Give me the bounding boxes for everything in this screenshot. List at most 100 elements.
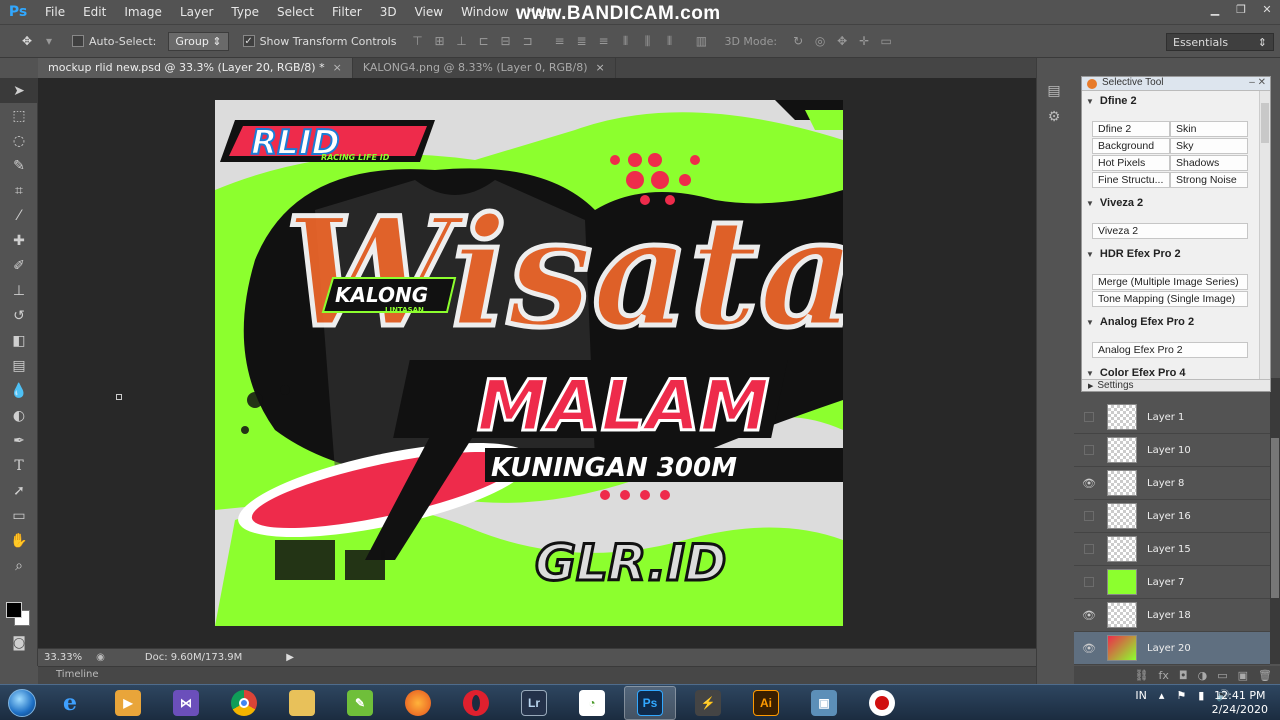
panel-controls[interactable]: – ✕	[1249, 77, 1266, 88]
network-icon[interactable]: ▮	[1198, 689, 1204, 702]
clock[interactable]: 12:41 PM 2/24/2020	[1212, 689, 1268, 717]
section-color-efex[interactable]: ▼ Color Efex Pro 4	[1086, 367, 1186, 379]
zoom-level[interactable]: 33.33%	[44, 652, 82, 663]
eye-icon[interactable]: 👁	[1074, 609, 1104, 622]
tray-arrow-icon[interactable]: ▴	[1159, 689, 1165, 702]
background-button[interactable]: Background	[1092, 138, 1170, 154]
taskbar-visual-studio[interactable]: ⋈	[160, 686, 212, 720]
section-hdr-efex[interactable]: ▼ HDR Efex Pro 2	[1086, 248, 1181, 260]
layer-row-20[interactable]: 👁 Layer 20	[1074, 632, 1270, 665]
distribute-right-icon[interactable]: ⫴	[660, 33, 678, 49]
shadows-button[interactable]: Shadows	[1170, 155, 1248, 171]
zoom-tool-icon[interactable]: ⌕	[0, 553, 38, 578]
taskbar-bandicam[interactable]	[856, 686, 908, 720]
distribute-center-icon[interactable]: ⫼	[638, 33, 656, 49]
history-panel-icon[interactable]: ▤	[1037, 78, 1071, 104]
visibility-toggle[interactable]	[1084, 412, 1094, 422]
history-brush-icon[interactable]: ↺	[0, 303, 38, 328]
settings-toggle[interactable]: ▶ Settings	[1082, 379, 1270, 391]
taskbar-firefox[interactable]	[392, 686, 444, 720]
visibility-toggle[interactable]	[1084, 544, 1094, 554]
taskbar-opera[interactable]	[450, 686, 502, 720]
auto-select-checkbox[interactable]	[72, 35, 84, 47]
visibility-toggle[interactable]	[1084, 511, 1094, 521]
crop-tool-icon[interactable]: ⌗	[0, 178, 38, 203]
clone-stamp-icon[interactable]: ⊥	[0, 278, 38, 303]
align-left-icon[interactable]: ⊏	[474, 33, 492, 49]
taskbar-winamp[interactable]: ⚡	[682, 686, 734, 720]
blur-tool-icon[interactable]: 💧	[0, 378, 38, 403]
scrollbar-thumb[interactable]	[1261, 103, 1269, 143]
eyedropper-tool-icon[interactable]: ⁄	[0, 203, 38, 228]
eye-icon[interactable]: 👁	[1074, 477, 1104, 490]
restore-icon[interactable]: ❐	[1228, 0, 1254, 18]
taskbar-ie[interactable]: e	[44, 686, 96, 720]
taskbar-explorer[interactable]	[276, 686, 328, 720]
taskbar-chrome[interactable]	[218, 686, 270, 720]
chevron-down-icon[interactable]: ▾	[40, 33, 58, 49]
taskbar-media[interactable]: ▶	[102, 686, 154, 720]
3d-slide-icon[interactable]: ✛	[855, 33, 873, 49]
distribute-top-icon[interactable]: ≡	[550, 33, 568, 49]
gradient-tool-icon[interactable]: ▤	[0, 353, 38, 378]
align-center-icon[interactable]: ⊟	[496, 33, 514, 49]
pen-tool-icon[interactable]: ✒	[0, 428, 38, 453]
layer-row-8[interactable]: 👁 Layer 8	[1074, 467, 1270, 500]
design-artwork[interactable]: MALAM KUNINGAN 300M Wisata RLID RACING L…	[215, 100, 843, 626]
eye-icon[interactable]: 👁	[1074, 642, 1104, 655]
adjustment-icon[interactable]: ◑	[1198, 669, 1208, 682]
properties-panel-icon[interactable]: ⚙	[1037, 104, 1071, 130]
align-top-icon[interactable]: ⊤	[408, 33, 426, 49]
auto-align-icon[interactable]: ▥	[692, 33, 710, 49]
menu-filter[interactable]: Filter	[323, 0, 371, 24]
trash-icon[interactable]: 🗑	[1258, 669, 1272, 682]
quick-select-tool-icon[interactable]: ✎	[0, 153, 38, 178]
link-layers-icon[interactable]: ⛓	[1135, 669, 1149, 682]
3d-drag-icon[interactable]: ✥	[833, 33, 851, 49]
minimize-icon[interactable]: ▁	[1202, 0, 1228, 18]
distribute-middle-icon[interactable]: ≣	[572, 33, 590, 49]
type-tool-icon[interactable]: T	[0, 453, 38, 478]
merge-button[interactable]: Merge (Multiple Image Series)	[1092, 274, 1248, 290]
status-arrow-icon[interactable]: ▶	[286, 652, 294, 663]
brush-tool-icon[interactable]: ✐	[0, 253, 38, 278]
menu-file[interactable]: File	[36, 0, 74, 24]
3d-roll-icon[interactable]: ◎	[811, 33, 829, 49]
skin-button[interactable]: Skin	[1170, 121, 1248, 137]
close-icon[interactable]: ✕	[1254, 0, 1280, 18]
align-bottom-icon[interactable]: ⊥	[452, 33, 470, 49]
strong-noise-button[interactable]: Strong Noise	[1170, 172, 1248, 188]
group-folder-icon[interactable]: ▭	[1217, 669, 1227, 682]
transform-controls-checkbox[interactable]: ✓	[242, 35, 255, 47]
marquee-tool-icon[interactable]: ⬚	[0, 103, 38, 128]
tab-kalong4[interactable]: KALONG4.png @ 8.33% (Layer 0, RGB/8) ×	[353, 58, 616, 78]
fx-icon[interactable]: fx	[1159, 669, 1169, 682]
tone-mapping-button[interactable]: Tone Mapping (Single Image)	[1092, 291, 1248, 307]
taskbar-corel[interactable]: ◔	[566, 686, 618, 720]
lasso-tool-icon[interactable]: ◌	[0, 128, 38, 153]
flag-icon[interactable]: ⚑	[1176, 689, 1186, 702]
scrollbar-thumb[interactable]	[1271, 438, 1279, 598]
quick-mask-icon[interactable]: ◙	[0, 630, 38, 655]
hand-tool-icon[interactable]: ✋	[0, 528, 38, 553]
menu-view[interactable]: View	[406, 0, 452, 24]
language-indicator[interactable]: IN	[1135, 689, 1146, 702]
visibility-toggle[interactable]	[1084, 445, 1094, 455]
visibility-toggle[interactable]	[1084, 577, 1094, 587]
menu-image[interactable]: Image	[115, 0, 171, 24]
tab-close-icon[interactable]: ×	[333, 61, 342, 74]
layers-scrollbar[interactable]	[1270, 378, 1280, 664]
dfine-button[interactable]: Dfine 2	[1092, 121, 1170, 137]
move-tool-icon[interactable]: ✥	[18, 33, 36, 49]
new-layer-icon[interactable]: ▣	[1238, 669, 1248, 682]
tab-close-icon[interactable]: ×	[596, 61, 605, 74]
section-analog-efex[interactable]: ▼ Analog Efex Pro 2	[1086, 316, 1194, 328]
align-right-icon[interactable]: ⊐	[518, 33, 536, 49]
dodge-tool-icon[interactable]: ◐	[0, 403, 38, 428]
layer-row-10[interactable]: Layer 10	[1074, 434, 1270, 467]
taskbar-photoshop[interactable]: Ps	[624, 685, 676, 720]
hot-pixels-button[interactable]: Hot Pixels	[1092, 155, 1170, 171]
layer-row-1[interactable]: Layer 1	[1074, 401, 1270, 434]
workspace-switcher[interactable]: Essentials ⇕	[1166, 33, 1274, 51]
align-middle-icon[interactable]: ⊞	[430, 33, 448, 49]
